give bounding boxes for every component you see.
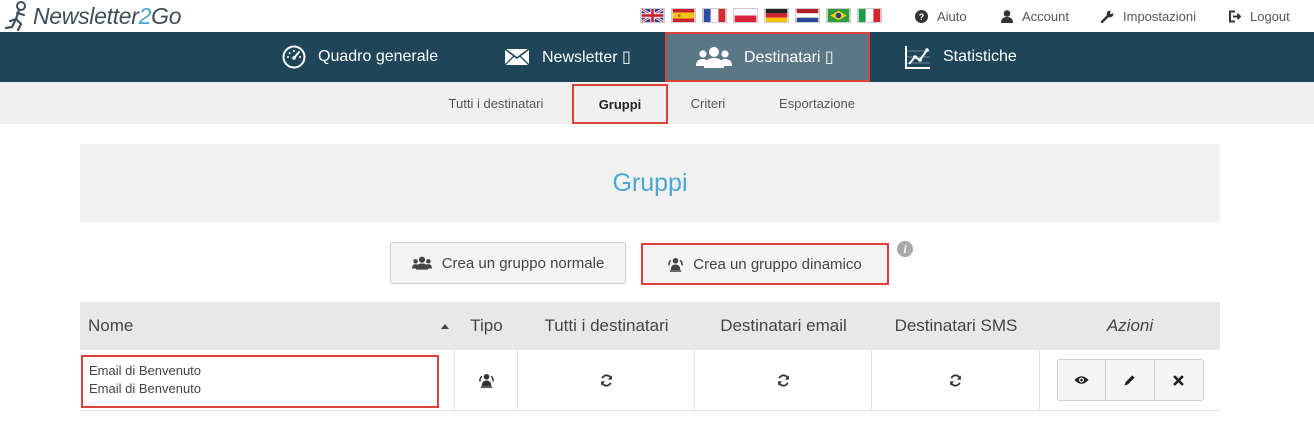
view-button[interactable] — [1056, 359, 1106, 401]
logout-icon — [1229, 10, 1241, 22]
group-name-highlight[interactable]: Email di Benvenuto Email di Benvenuto — [81, 355, 439, 408]
logo-text: Newsletter2Go — [33, 2, 182, 29]
dynamic-group-icon — [668, 257, 684, 272]
info-icon[interactable]: i — [897, 241, 913, 257]
users-group-icon — [696, 47, 732, 68]
flag-netherlands-icon[interactable] — [795, 8, 820, 23]
flag-spain-icon[interactable] — [671, 8, 696, 23]
help-label: Aiuto — [937, 8, 967, 24]
subnav-groups[interactable]: Gruppi — [572, 84, 668, 124]
column-header-all-recipients[interactable]: Tutti i destinatari — [518, 302, 695, 350]
subnav-export[interactable]: Esportazione — [767, 82, 867, 124]
row-actions — [1056, 359, 1204, 401]
group-description: Email di Benvenuto — [89, 381, 202, 396]
sms-recipients-cell — [872, 350, 1040, 410]
nav-recipients[interactable]: Destinatari ▯ — [665, 32, 870, 82]
create-normal-group-button[interactable]: Crea un gruppo normale — [390, 242, 626, 284]
logout-link[interactable]: Logout — [1228, 9, 1290, 24]
nav-overview-label: Quadro generale — [318, 48, 439, 65]
subnav-criteria[interactable]: Criteri — [682, 82, 734, 124]
column-header-actions: Azioni — [1106, 316, 1154, 335]
sub-nav: Tutti i destinatari Gruppi Criteri Espor… — [0, 82, 1314, 124]
group-name: Email di Benvenuto — [89, 363, 202, 378]
name-cell: Email di Benvenuto Email di Benvenuto — [80, 350, 455, 410]
edit-button[interactable] — [1105, 359, 1155, 401]
refresh-icon[interactable] — [949, 373, 962, 387]
close-icon — [1173, 375, 1184, 385]
flag-france-icon[interactable] — [702, 8, 727, 23]
svg-text:?: ? — [919, 12, 925, 22]
help-icon: ? — [915, 9, 928, 23]
flag-italy-icon[interactable] — [857, 8, 882, 23]
page-title: Gruppi — [612, 168, 688, 197]
nav-newsletter[interactable]: Newsletter ▯ — [504, 32, 644, 82]
settings-link[interactable]: Impostazioni — [1101, 9, 1196, 24]
title-panel: Gruppi — [80, 144, 1220, 222]
create-dynamic-group-label: Crea un gruppo dinamico — [693, 255, 862, 273]
delete-button[interactable] — [1154, 359, 1204, 401]
flag-brazil-icon[interactable] — [826, 8, 851, 23]
settings-label: Impostazioni — [1123, 8, 1196, 24]
all-recipients-cell — [518, 350, 695, 410]
column-header-sms-recipients[interactable]: Destinatari SMS — [872, 302, 1040, 350]
sort-ascending-icon[interactable] — [441, 324, 449, 329]
nav-statistics[interactable]: Statistiche — [904, 32, 1044, 82]
actions-cell — [1040, 350, 1220, 410]
logo[interactable]: Newsletter2Go — [2, 0, 182, 32]
account-link[interactable]: Account — [1001, 9, 1069, 24]
envelope-icon — [504, 48, 530, 66]
groups-table-header: Nome Tipo Tutti i destinatari Destinatar… — [80, 302, 1220, 350]
column-header-name[interactable]: Nome — [88, 302, 133, 350]
users-group-icon — [411, 256, 432, 270]
subnav-all-recipients[interactable]: Tutti i destinatari — [436, 82, 556, 124]
top-bar: Newsletter2Go ? Aiuto Account Impostazio… — [0, 0, 1314, 32]
nav-recipients-label: Destinatari ▯ — [744, 49, 834, 66]
eye-icon — [1073, 376, 1089, 384]
logout-label: Logout — [1250, 8, 1290, 24]
column-header-email-recipients[interactable]: Destinatari email — [695, 302, 872, 350]
help-link[interactable]: ? Aiuto — [915, 9, 967, 24]
email-recipients-cell — [695, 350, 872, 410]
wrench-icon — [1101, 10, 1114, 23]
create-dynamic-group-button[interactable]: Crea un gruppo dinamico — [641, 243, 889, 285]
language-flags — [640, 8, 882, 23]
refresh-icon[interactable] — [777, 373, 790, 387]
nav-overview[interactable]: Quadro generale — [282, 32, 472, 82]
flag-poland-icon[interactable] — [733, 8, 758, 23]
line-chart-icon — [905, 45, 930, 69]
column-header-type[interactable]: Tipo — [455, 302, 518, 350]
dynamic-group-icon — [478, 373, 494, 388]
account-label: Account — [1022, 8, 1069, 24]
logo-mascot-icon — [4, 1, 26, 32]
refresh-icon[interactable] — [600, 373, 613, 387]
type-cell — [455, 350, 518, 410]
table-row: Email di Benvenuto Email di Benvenuto — [80, 350, 1220, 411]
pencil-icon — [1124, 374, 1135, 386]
nav-statistics-label: Statistiche — [943, 48, 1017, 65]
flag-germany-icon[interactable] — [764, 8, 789, 23]
create-normal-group-label: Crea un gruppo normale — [441, 254, 605, 272]
main-nav: Quadro generale Newsletter ▯ Destinatari… — [0, 32, 1314, 82]
user-icon — [1001, 9, 1013, 23]
flag-uk-icon[interactable] — [640, 8, 665, 23]
dashboard-gauge-icon — [282, 45, 306, 69]
nav-newsletter-label: Newsletter ▯ — [542, 49, 631, 66]
